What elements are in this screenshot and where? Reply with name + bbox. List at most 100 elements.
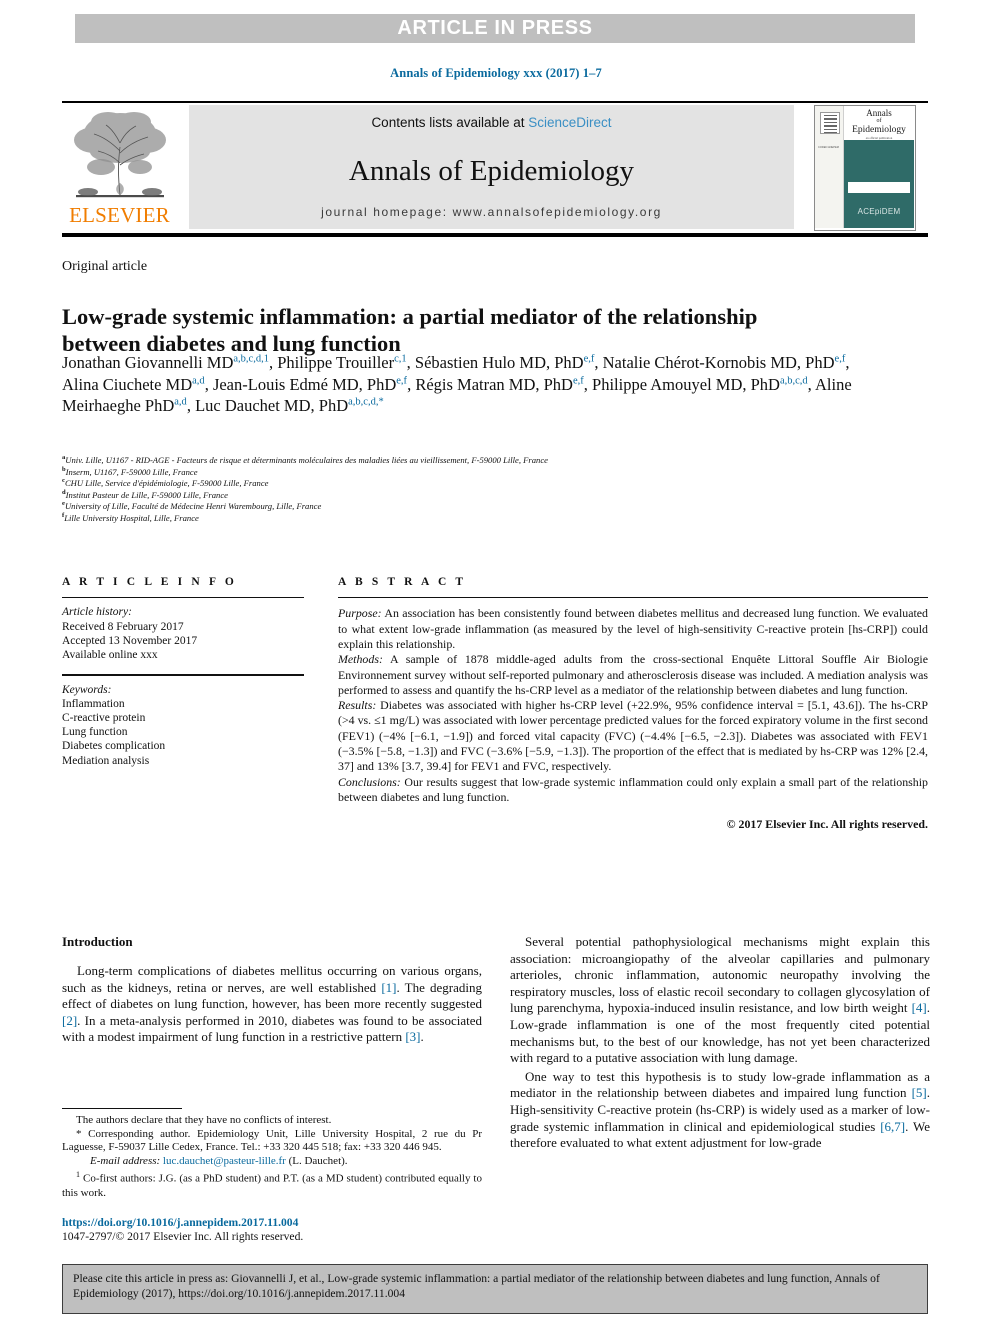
intro-paragraph-right-1: Several potential pathophysiological mec… <box>510 934 930 1066</box>
author-affiliation-marker: e,f <box>572 375 584 386</box>
citation-reference[interactable]: [3] <box>405 1029 420 1044</box>
footnote-email-line: E-mail address: luc.dauchet@pasteur-lill… <box>62 1155 482 1169</box>
elsevier-tree-icon <box>74 112 166 198</box>
cover-side-text: CODEN ANEPEM <box>818 146 839 149</box>
author-affiliation-marker: e,f <box>583 353 595 365</box>
contents-prefix: Contents lists available at <box>371 115 529 130</box>
keyword-item: Mediation analysis <box>62 754 150 767</box>
sciencedirect-link[interactable]: ScienceDirect <box>528 115 611 130</box>
abstract-results-text: Diabetes was associated with higher hs-C… <box>338 698 928 774</box>
affiliation-item: cCHU Lille, Service d'épidémiologie, F-5… <box>62 477 922 490</box>
author-name: Philippe Trouiller <box>277 353 395 372</box>
abstract-copyright: © 2017 Elsevier Inc. All rights reserved… <box>726 817 928 832</box>
affiliation-list: aUniv. Lille, U1167 - RID-AGE - Facteurs… <box>62 454 922 525</box>
cover-spine: CODEN ANEPEM <box>815 106 844 228</box>
citation-reference[interactable]: [2] <box>62 1013 77 1028</box>
cofirst-text: Co-first authors: J.G. (as a PhD student… <box>62 1173 482 1199</box>
citation-reference[interactable]: [5] <box>912 1085 927 1100</box>
author-affiliation-marker: a,b,c,d,1 <box>233 353 269 365</box>
author-affiliation-marker: a,b,c,d <box>779 375 808 386</box>
footnote-conflict: The authors declare that they have no co… <box>76 1114 332 1126</box>
author-name: Natalie Chérot-Kornobis MD, PhD <box>602 353 835 372</box>
citation-reference[interactable]: [4] <box>912 1000 927 1015</box>
footnote-block: The authors declare that they have no co… <box>62 1114 482 1200</box>
article-title: Low-grade systemic inflammation: a parti… <box>62 304 758 357</box>
affiliation-text: Inserm, U1167, F-59000 Lille, France <box>65 466 198 477</box>
footnote-corresponding-author: * Corresponding author. Epidemiology Uni… <box>62 1127 482 1154</box>
affiliation-item: dInstitut Pasteur de Lille, F-59000 Lill… <box>62 489 922 502</box>
history-available: Available online xxx <box>62 649 158 661</box>
abstract-methods-text: A sample of 1878 middle-aged adults from… <box>338 652 928 697</box>
author-name: Luc Dauchet MD, PhD <box>195 396 349 415</box>
footnote-cofirst-authors: 1 Co-first authors: J.G. (as a PhD stude… <box>62 1168 482 1200</box>
abstract-results-label: Results: <box>338 698 377 713</box>
abstract-methods-label: Methods: <box>338 652 383 667</box>
author-affiliation-marker: e,f <box>834 353 846 365</box>
citation-reference[interactable]: [1] <box>381 980 396 995</box>
masthead-bottom-rule <box>62 233 928 237</box>
abstract-divider <box>338 597 928 599</box>
affiliation-text: CHU Lille, Service d'épidémiologie, F-59… <box>64 478 269 488</box>
email-address-link[interactable]: luc.dauchet@pasteur-lille.fr <box>163 1155 286 1167</box>
keywords-label: Keywords: <box>62 683 112 696</box>
article-info-section: A R T I C L E I N F O Article history: R… <box>62 576 304 768</box>
cover-barcode-icon <box>820 112 840 134</box>
author-name: Alina Ciuchete MD <box>62 374 193 394</box>
elsevier-logo: ELSEVIER <box>62 105 177 229</box>
citation-reference[interactable]: [6,7] <box>880 1119 905 1134</box>
affiliation-text: Lille University Hospital, Lille, France <box>64 512 199 523</box>
cover-title-text: Annals of Epidemiology an official publi… <box>844 108 914 140</box>
journal-title: Annals of Epidemiology <box>348 155 635 187</box>
article-history-block: Article history: Received 8 February 201… <box>62 605 304 662</box>
doi-block: https://doi.org/10.1016/j.annepidem.2017… <box>62 1216 482 1244</box>
author-affiliation-marker: a,d <box>192 375 205 386</box>
cover-title-line1: Annals <box>866 108 892 118</box>
article-in-press-banner: ARTICLE IN PRESS <box>75 14 915 43</box>
cover-title-panel: Annals of Epidemiology an official publi… <box>844 106 914 140</box>
author-affiliation-marker: e,f <box>396 375 408 386</box>
journal-homepage-link[interactable]: journal homepage: www.annalsofepidemiolo… <box>189 205 794 219</box>
abstract-purpose-label: Purpose: <box>338 606 382 621</box>
cover-ace-logo: ACEpiDEM <box>857 207 901 216</box>
citation-notice-text: Please cite this article in press as: Gi… <box>73 1272 880 1300</box>
contents-list-line: Contents lists available at ScienceDirec… <box>189 115 794 130</box>
journal-masthead: ELSEVIER Contents lists available at Sci… <box>62 105 928 231</box>
abstract-conclusions-label: Conclusions: <box>338 774 401 789</box>
author-affiliation-marker: a,b,c,d,* <box>348 396 384 408</box>
masthead-top-rule <box>62 101 928 103</box>
abstract-heading: A B S T R A C T <box>338 576 467 588</box>
affiliation-item: aUniv. Lille, U1167 - RID-AGE - Facteurs… <box>62 454 922 467</box>
doi-link[interactable]: https://doi.org/10.1016/j.annepidem.2017… <box>62 1216 482 1230</box>
intro-paragraph-right-2: One way to test this hypothesis is to st… <box>510 1068 931 1151</box>
body-right-column: Several potential pathophysiological mec… <box>510 934 930 1154</box>
author-list: Jonathan Giovannelli MDa,b,c,d,1, Philip… <box>62 353 852 415</box>
keyword-item: Inflammation <box>62 697 125 710</box>
keyword-item: Lung function <box>62 726 128 739</box>
abstract-purpose-text: An association has been consistently fou… <box>338 606 928 651</box>
running-head: Annals of Epidemiology xxx (2017) 1–7 <box>390 66 602 80</box>
journal-cover-thumbnail[interactable]: Annals of Epidemiology an official publi… <box>814 105 916 231</box>
abstract-section: A B S T R A C T Purpose: An association … <box>338 576 928 832</box>
affiliation-text: University of Lille, Faculté de Médecine… <box>64 501 322 511</box>
article-history-label: Article history: <box>62 606 132 619</box>
keyword-item: C-reactive protein <box>62 712 146 724</box>
article-info-heading: A R T I C L E I N F O <box>62 576 237 588</box>
author-name: Sébastien Hulo MD, PhD <box>414 353 584 372</box>
intro-paragraph-left: Long-term complications of diabetes mell… <box>62 963 482 1045</box>
author-name: Jonathan Giovannelli MD <box>62 353 234 372</box>
affiliation-item: bInserm, U1167, F-59000 Lille, France <box>62 466 922 479</box>
keywords-divider <box>62 674 304 676</box>
footnote-divider <box>62 1108 182 1109</box>
affiliation-item: eUniversity of Lille, Faculté de Médecin… <box>62 500 922 513</box>
affiliation-text: Univ. Lille, U1167 - RID-AGE - Facteurs … <box>65 455 548 465</box>
article-type-label: Original article <box>62 259 148 274</box>
author-name: Philippe Amouyel MD, PhD <box>592 374 780 394</box>
abstract-conclusions-text: Our results suggest that low-grade syste… <box>338 774 928 804</box>
abstract-body: Purpose: An association has been consist… <box>338 606 928 805</box>
issn-copyright: 1047-2797/© 2017 Elsevier Inc. All right… <box>62 1230 304 1243</box>
introduction-heading: Introduction <box>62 934 133 949</box>
affiliation-item: fLille University Hospital, Lille, Franc… <box>62 512 922 525</box>
article-in-press-label: ARTICLE IN PRESS <box>397 17 593 39</box>
article-info-divider <box>62 597 304 599</box>
author-affiliation-marker: a,d <box>174 396 187 408</box>
